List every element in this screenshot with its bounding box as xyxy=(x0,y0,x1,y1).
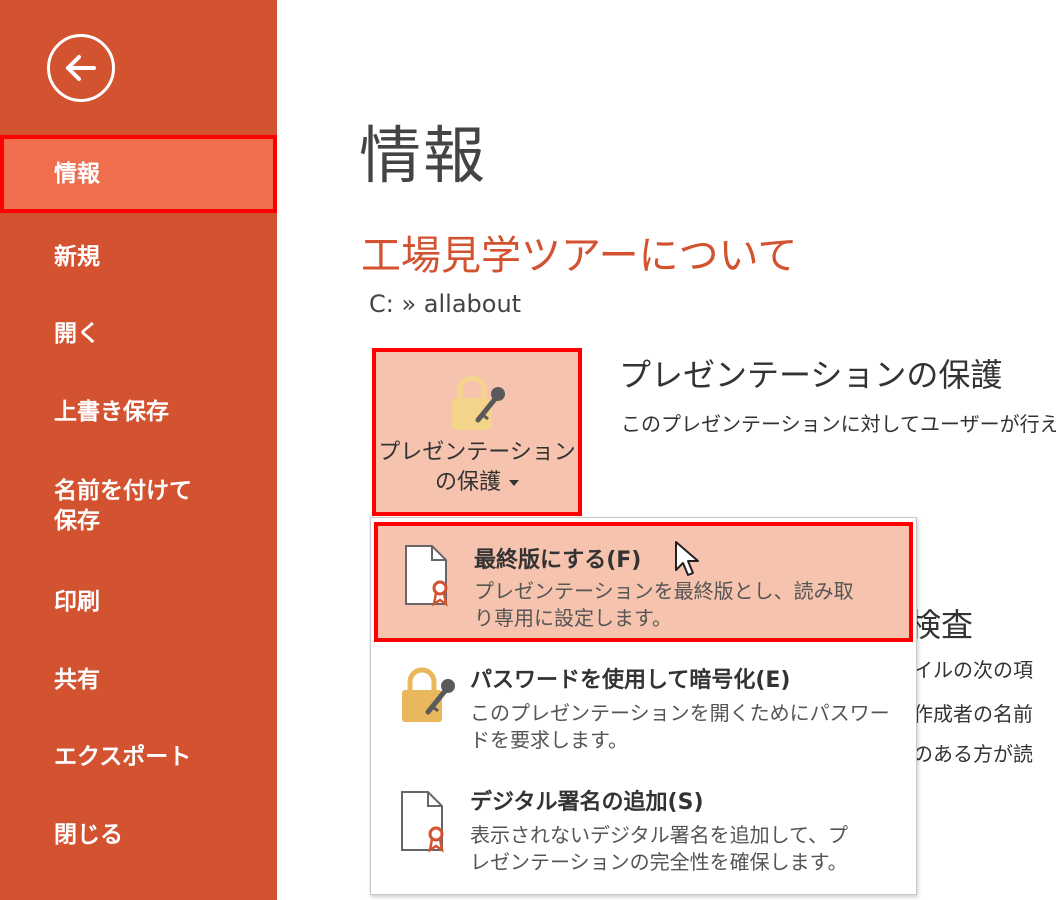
nav-info[interactable]: 情報 xyxy=(0,135,277,213)
menu-item-desc: プレゼンテーションを最終版とし、読み取 り専用に設定します。 xyxy=(474,578,894,632)
nav-print-label: 印刷 xyxy=(54,589,100,615)
nav-close[interactable]: 閉じる xyxy=(0,820,277,850)
protect-section-desc: このプレゼンテーションに対してユーザーが行え xyxy=(621,412,1056,436)
menu-item-desc-line: 表示されないデジタル署名を追加して、プ xyxy=(470,823,848,847)
backstage-sidebar: 情報 新規 開く 上書き保存 名前を付けて 保存 印刷 共有 エクスポート 閉じ… xyxy=(0,0,277,900)
nav-open-label: 開く xyxy=(54,321,100,347)
lock-key-icon xyxy=(398,664,462,730)
protect-button-label-line2-wrap: の保護 xyxy=(376,468,578,498)
protect-button-label: プレゼンテーション の保護 xyxy=(376,438,578,498)
menu-item-title: 最終版にする(F) xyxy=(474,548,642,573)
protect-button-label-line2: の保護 xyxy=(434,470,501,495)
menu-item-encrypt-with-password[interactable]: パスワードを使用して暗号化(E) このプレゼンテーションを開くためにパスワー ド… xyxy=(374,650,913,768)
protect-section-heading: プレゼンテーションの保護 xyxy=(619,356,1003,394)
document-ribbon-icon xyxy=(402,544,452,612)
menu-item-desc: 表示されないデジタル署名を追加して、プ レゼンテーションの完全性を確保します。 xyxy=(470,822,890,876)
document-ribbon-icon xyxy=(398,790,448,858)
menu-item-title: デジタル署名の追加(S) xyxy=(470,790,704,815)
inspect-section-heading: 検査 xyxy=(909,606,974,644)
mouse-pointer-icon xyxy=(674,540,700,582)
back-button[interactable] xyxy=(47,34,115,102)
nav-close-label: 閉じる xyxy=(54,822,123,848)
nav-new-label: 新規 xyxy=(54,244,100,270)
menu-item-mark-as-final[interactable]: 最終版にする(F) プレゼンテーションを最終版とし、読み取 り専用に設定します。 xyxy=(374,522,913,642)
menu-item-add-digital-signature[interactable]: デジタル署名の追加(S) 表示されないデジタル署名を追加して、プ レゼンテーショ… xyxy=(374,774,913,892)
protect-presentation-button[interactable]: プレゼンテーション の保護 xyxy=(372,348,582,516)
back-arrow-icon xyxy=(66,55,96,81)
document-path[interactable]: C: » allabout xyxy=(369,290,521,318)
nav-info-label: 情報 xyxy=(54,161,100,187)
page-title: 情報 xyxy=(359,119,488,192)
nav-save-label: 上書き保存 xyxy=(54,399,169,425)
nav-export[interactable]: エクスポート xyxy=(0,742,277,772)
menu-item-desc-line: ドを要求します。 xyxy=(470,728,628,752)
nav-save-as[interactable]: 名前を付けて 保存 xyxy=(0,476,277,536)
menu-item-desc-line: り専用に設定します。 xyxy=(474,606,672,630)
nav-save-as-label-line2: 保存 xyxy=(54,508,100,534)
chevron-down-icon xyxy=(509,480,519,486)
lock-key-icon xyxy=(448,372,512,438)
menu-item-title: パスワードを使用して暗号化(E) xyxy=(470,668,791,693)
nav-share[interactable]: 共有 xyxy=(0,665,277,695)
menu-item-desc-line: レゼンテーションの完全性を確保します。 xyxy=(470,850,848,874)
nav-print[interactable]: 印刷 xyxy=(0,587,277,617)
inspect-desc-line: のある方が読 xyxy=(913,742,1033,766)
backstage-view: 情報 新規 開く 上書き保存 名前を付けて 保存 印刷 共有 エクスポート 閉じ… xyxy=(0,0,1056,900)
nav-save[interactable]: 上書き保存 xyxy=(0,397,277,427)
menu-item-desc-line: このプレゼンテーションを開くためにパスワー xyxy=(470,701,890,725)
nav-open[interactable]: 開く xyxy=(0,319,277,349)
nav-save-as-label-line1: 名前を付けて xyxy=(54,478,192,504)
menu-item-desc-line: プレゼンテーションを最終版とし、読み取 xyxy=(474,579,854,603)
inspect-desc-line: イルの次の項 xyxy=(913,658,1033,682)
inspect-desc-line: 作成者の名前 xyxy=(913,702,1033,726)
protect-button-label-line1: プレゼンテーション xyxy=(378,440,576,465)
document-title: 工場見学ツアーについて xyxy=(361,233,798,279)
nav-share-label: 共有 xyxy=(54,667,100,693)
protect-dropdown-menu: 最終版にする(F) プレゼンテーションを最終版とし、読み取 り専用に設定します。… xyxy=(370,517,917,895)
nav-export-label: エクスポート xyxy=(54,744,192,770)
menu-item-desc: このプレゼンテーションを開くためにパスワー ドを要求します。 xyxy=(470,700,890,754)
nav-new[interactable]: 新規 xyxy=(0,242,277,272)
